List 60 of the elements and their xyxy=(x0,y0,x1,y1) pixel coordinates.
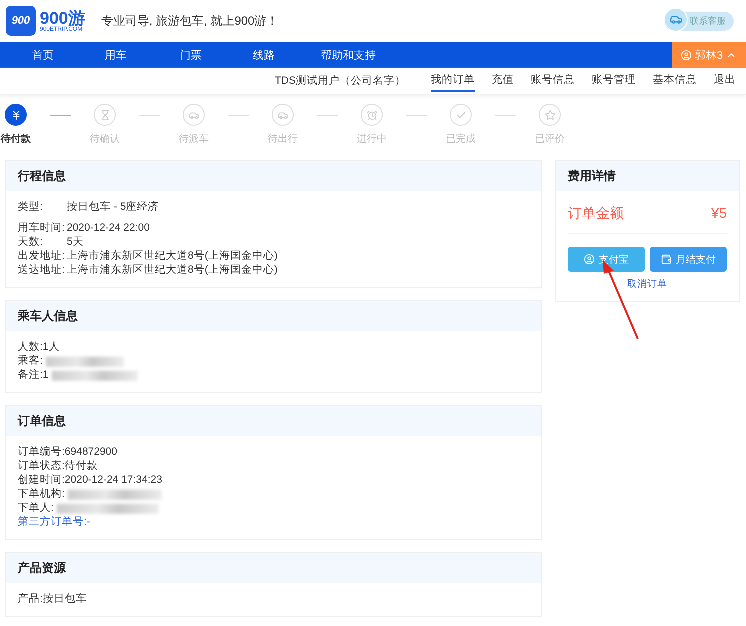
card-title: 行程信息 xyxy=(6,161,541,191)
user-circle-icon xyxy=(584,254,595,265)
step-label: 已评价 xyxy=(535,133,565,146)
field-label: 订单编号: xyxy=(18,446,65,459)
step-label: 进行中 xyxy=(357,132,387,146)
logo-mark: 900 xyxy=(6,6,36,36)
field-value: 待付款 xyxy=(64,460,98,473)
amount-value: ¥5 xyxy=(711,205,727,223)
field-label: 产品: xyxy=(18,593,43,606)
account-link[interactable]: 基本信息 xyxy=(653,70,697,92)
field-value: 上海市浦东新区世纪大道8号(上海国金中心) xyxy=(67,264,278,277)
card-title: 产品资源 xyxy=(6,553,541,583)
field-label: 送达地址: xyxy=(18,264,66,277)
field-value: - xyxy=(86,516,90,529)
step-label: 待派车 xyxy=(179,132,209,146)
amount-label: 订单金额 xyxy=(568,205,624,223)
field-label: 人数: xyxy=(18,341,43,354)
logo-name: 900游 xyxy=(40,10,86,26)
nav-link[interactable]: 首页 xyxy=(32,48,105,62)
field-label: 订单状态: xyxy=(18,460,65,473)
field-label: 用车时间: xyxy=(18,222,66,235)
field-value: 上海市浦东新区世纪大道8号(上海国金中心) xyxy=(67,250,278,263)
field-label: 出发地址: xyxy=(18,250,66,263)
slogan: 专业司导, 旅游包车, 就上900游！ xyxy=(101,12,279,30)
account-link[interactable]: 账号信息 xyxy=(531,70,575,92)
account-link[interactable]: 退出 xyxy=(714,70,736,92)
step-label: 待确认 xyxy=(90,132,120,146)
nav-link[interactable]: 用车 xyxy=(105,48,180,62)
wallet-icon xyxy=(661,254,672,265)
user-icon xyxy=(680,50,692,60)
step-label: 待付款 xyxy=(1,132,31,146)
field-value: 2020-12-24 22:00 xyxy=(67,222,150,235)
card-title: 订单信息 xyxy=(6,406,541,436)
step-label: 待出行 xyxy=(268,132,298,146)
field-value: 1人 xyxy=(42,341,60,354)
field-value: 694872900 xyxy=(64,446,118,459)
nav-link[interactable]: 门票 xyxy=(180,48,253,62)
field-label: 类型: xyxy=(18,201,44,214)
account-link[interactable]: 充值 xyxy=(492,70,514,92)
field-label: 天数: xyxy=(18,236,44,249)
field-value: 按日包车 xyxy=(42,593,87,606)
nav-link[interactable]: 帮助和支持 xyxy=(321,48,401,62)
account-link[interactable]: 账号管理 xyxy=(592,70,636,92)
field-label: 下单机构: xyxy=(18,488,65,501)
field-label: 乘客: xyxy=(18,355,43,368)
step-label: 已完成 xyxy=(446,132,476,146)
field-value: 按日包车 - 5座经济 xyxy=(67,201,160,214)
field-value: 1 xyxy=(42,369,49,382)
cancel-order-link[interactable]: 取消订单 xyxy=(628,278,668,291)
field-label: 第三方订单号: xyxy=(18,516,87,529)
account-link[interactable]: 我的订单 xyxy=(431,70,475,92)
field-value: 2020-12-24 17:34:23 xyxy=(64,474,162,487)
nav-link[interactable]: 线路 xyxy=(253,48,321,62)
field-label: 下单人: xyxy=(18,502,54,515)
card-title: 费用详情 xyxy=(556,161,739,191)
field-label: 备注: xyxy=(18,369,43,382)
account-name: TDS测试用户（公司名字） xyxy=(275,74,406,88)
field-label: 创建时间: xyxy=(18,474,65,487)
field-value: 5天 xyxy=(67,236,84,249)
card-title: 乘车人信息 xyxy=(6,301,541,331)
